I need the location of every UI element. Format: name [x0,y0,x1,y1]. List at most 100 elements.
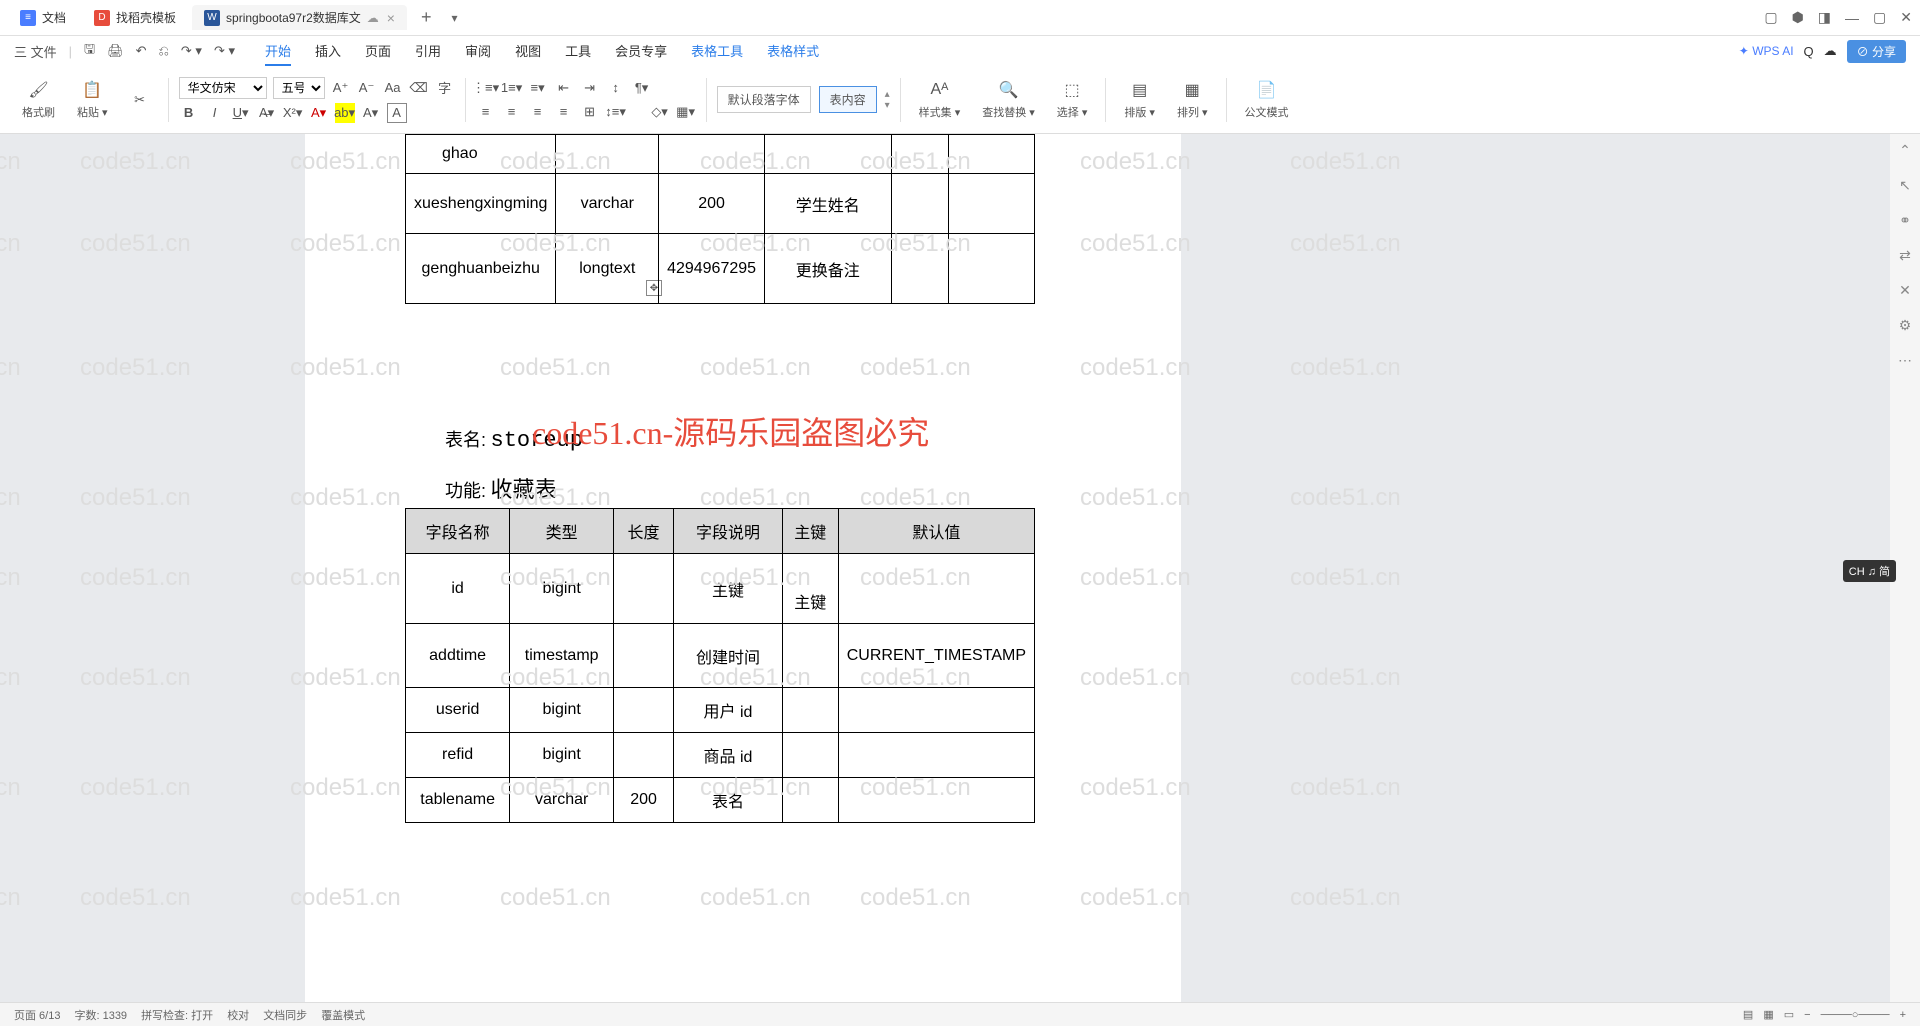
document-area[interactable]: ✥ ghao xueshengxingming varchar 200 学生姓名… [0,134,1890,1002]
tab-table-tools[interactable]: 表格工具 [691,37,743,66]
char-border-icon[interactable]: A [387,103,407,123]
redo-menu[interactable]: ↷ ▾ [214,43,235,59]
cell[interactable] [782,778,838,823]
select-button[interactable]: ⬚选择 ▾ [1049,80,1096,120]
wps-ai-button[interactable]: ✦ WPS AI [1739,44,1794,58]
cell[interactable] [765,135,891,174]
view-mode-1-icon[interactable]: ▤ [1743,1008,1753,1021]
tools-icon[interactable]: ✕ [1899,282,1911,299]
indent-dec-icon[interactable]: ⇤ [554,78,574,98]
shading-icon[interactable]: A▾ [361,103,381,123]
clear-format-icon[interactable]: ⌫ [409,78,429,98]
format-brush-group[interactable]: 🖌 格式刷 [14,80,63,120]
fill-icon[interactable]: ◇▾ [650,102,670,122]
spellcheck-status[interactable]: 拼写检查: 打开 [141,1007,213,1023]
tab-member[interactable]: 会员专享 [615,37,667,66]
header-cell[interactable]: 长度 [614,509,674,554]
maximize-button[interactable]: ▢ [1873,9,1886,26]
cell[interactable]: 4294967295 [659,234,765,304]
word-count[interactable]: 字数: 1339 [74,1007,127,1023]
cell[interactable] [838,688,1034,733]
style-content[interactable]: 表内容 [819,86,877,113]
font-grow-icon[interactable]: A⁺ [331,78,351,98]
cell[interactable]: 表名 [674,778,783,823]
cell[interactable] [556,135,659,174]
cell[interactable]: refid [406,733,510,778]
share-button[interactable]: ⊘ 分享 [1847,40,1906,63]
convert-icon[interactable]: ⇄ [1899,247,1911,264]
cell[interactable]: 200 [659,174,765,234]
change-case-icon[interactable]: Aa [383,78,403,98]
cell[interactable] [891,135,948,174]
cell[interactable]: userid [406,688,510,733]
cell[interactable]: id [406,554,510,624]
link-icon[interactable]: ⚭ [1899,212,1911,229]
paste-group[interactable]: 📋 粘贴 ▾ [69,80,116,120]
cloud-icon[interactable]: ☁ [1824,43,1837,59]
table-row[interactable]: userid bigint 用户 id [406,688,1035,733]
highlight-icon[interactable]: ab▾ [335,103,355,123]
align-right-icon[interactable]: ≡ [528,102,548,122]
cut-button[interactable]: ✂ [122,90,158,110]
more-icon[interactable]: ⋯ [1898,352,1912,369]
superscript-icon[interactable]: X²▾ [283,103,303,123]
tab-tools[interactable]: 工具 [565,37,591,66]
sync-status[interactable]: 文档同步 [263,1007,307,1023]
cell[interactable]: varchar [556,174,659,234]
cell[interactable] [838,554,1034,624]
db-table-2[interactable]: 字段名称 类型 长度 字段说明 主键 默认值 id bigint 主键 主键 a… [405,508,1035,823]
collapse-icon[interactable]: ⌃ [1899,142,1911,159]
window-btn-1[interactable]: ▢ [1764,9,1777,26]
cell[interactable] [838,778,1034,823]
page-counter[interactable]: 页面 6/13 [14,1007,60,1023]
cell[interactable] [948,234,1034,304]
table-row[interactable]: genghuanbeizhu longtext 4294967295 更换备注 [406,234,1035,304]
tab-menu-button[interactable]: ▾ [441,7,467,29]
tab-page[interactable]: 页面 [365,37,391,66]
align-justify-icon[interactable]: ≡ [554,102,574,122]
border-icon[interactable]: ▦▾ [676,102,696,122]
cell[interactable] [782,624,838,688]
cell[interactable]: 创建时间 [674,624,783,688]
header-cell[interactable]: 字段说明 [674,509,783,554]
header-cell[interactable]: 类型 [510,509,614,554]
header-cell[interactable]: 字段名称 [406,509,510,554]
cell[interactable]: xueshengxingming [406,174,556,234]
close-button[interactable]: ✕ [1900,9,1912,26]
tab-start[interactable]: 开始 [265,37,291,66]
underline-icon[interactable]: U▾ [231,103,251,123]
view-mode-2-icon[interactable]: ▦ [1763,1008,1773,1021]
close-icon[interactable]: × [387,10,395,26]
cell[interactable]: 200 [614,778,674,823]
undo-menu[interactable]: ↷ ▾ [181,43,202,59]
styles-button[interactable]: Aᴬ样式集 ▾ [911,80,969,120]
settings-icon[interactable]: ⚙ [1899,317,1912,334]
tab-view[interactable]: 视图 [515,37,541,66]
tab-table-style[interactable]: 表格样式 [767,37,819,66]
preview-icon[interactable]: ↶ [136,43,147,59]
overwrite-mode[interactable]: 覆盖模式 [321,1007,365,1023]
add-tab-button[interactable]: + [411,3,442,32]
file-menu[interactable]: 三 文件 [14,42,57,61]
phonetic-icon[interactable]: 字 [435,78,455,98]
header-cell[interactable]: 主键 [782,509,838,554]
para-mark-icon[interactable]: ¶▾ [632,78,652,98]
table-row[interactable]: tablename varchar 200 表名 [406,778,1035,823]
font-name-select[interactable]: 华文仿宋 [179,77,267,99]
gov-mode-button[interactable]: 📄公文模式 [1237,80,1297,120]
select-tool-icon[interactable]: ↖ [1899,177,1911,194]
cell[interactable]: varchar [510,778,614,823]
cell[interactable]: addtime [406,624,510,688]
numbering-icon[interactable]: 1≡▾ [502,78,522,98]
cell[interactable]: 商品 id [674,733,783,778]
proof-status[interactable]: 校对 [227,1007,249,1023]
arrange-button[interactable]: ▦排列 ▾ [1169,80,1216,120]
table-name-line[interactable]: 表名: storeup [445,426,583,453]
window-btn-2[interactable]: ⬢ [1792,9,1804,26]
tab-templates[interactable]: D 找稻壳模板 [82,5,188,30]
tab-current-doc[interactable]: W springboota97r2数据库文 ☁ × [192,5,407,30]
style-default[interactable]: 默认段落字体 [717,86,811,113]
window-btn-3[interactable]: ◨ [1818,9,1831,26]
header-cell[interactable]: 默认值 [838,509,1034,554]
tab-ref[interactable]: 引用 [415,37,441,66]
